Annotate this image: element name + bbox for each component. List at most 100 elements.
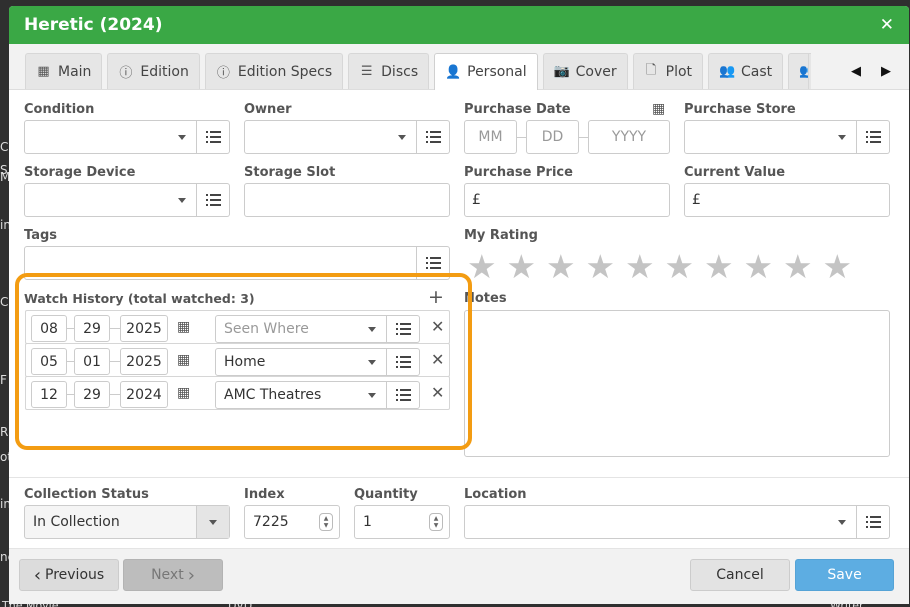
index-input[interactable]: 7225 ▲ ▼ [244, 505, 340, 539]
chevron-down-icon [838, 520, 846, 525]
purchase-store-list-button[interactable] [857, 120, 890, 154]
tab-plot[interactable]: 🗋 Plot [632, 53, 704, 89]
tab-label: Plot [665, 63, 693, 80]
tab-main[interactable]: ▦ Main [25, 53, 103, 89]
owner-select[interactable] [244, 120, 417, 154]
users-icon: 👥 [719, 64, 736, 79]
list-icon [205, 194, 221, 206]
condition-list-button[interactable] [197, 120, 230, 154]
purchase-date-label: Purchase Date [464, 102, 571, 117]
purchase-price-input[interactable]: £ [464, 183, 670, 217]
tab-scroll-right-icon[interactable]: ▶ [881, 64, 891, 79]
purchase-year-input[interactable]: YYYY [588, 120, 670, 154]
dialog-titlebar: Heretic (2024) ✕ [9, 6, 909, 44]
background-text: R [0, 425, 9, 439]
condition-select[interactable] [24, 120, 197, 154]
star-icon[interactable]: ★ [783, 250, 813, 283]
list-icon [205, 131, 221, 143]
tab-label: Edition Specs [237, 63, 333, 80]
purchase-store-label: Purchase Store [684, 102, 796, 117]
list-ordered-icon: ☰ [360, 64, 373, 79]
notes-textarea[interactable] [464, 310, 890, 457]
purchase-price-label: Purchase Price [464, 165, 573, 180]
current-value-label: Current Value [684, 165, 786, 180]
star-icon[interactable]: ★ [467, 250, 497, 283]
watch-history-highlight [15, 273, 472, 450]
background-text: F [0, 373, 7, 387]
chevron-down-icon [178, 198, 186, 203]
tab-label: Personal [467, 64, 527, 80]
stepper-icon[interactable]: ▲ ▼ [429, 513, 443, 531]
file-icon: 🗋 [645, 62, 657, 78]
storage-slot-label: Storage Slot [244, 165, 336, 180]
background-text: C [0, 140, 9, 154]
my-rating-label: My Rating [464, 228, 538, 243]
location-select[interactable] [464, 505, 857, 539]
date-separator [579, 137, 588, 138]
stepper-icon[interactable]: ▲ ▼ [319, 513, 333, 531]
tab-discs[interactable]: ☰ Discs [348, 53, 430, 89]
star-icon[interactable]: ★ [507, 250, 537, 283]
star-icon[interactable]: ★ [625, 250, 655, 283]
star-icon[interactable]: ★ [586, 250, 616, 283]
star-icon[interactable]: ★ [665, 250, 695, 283]
list-icon [425, 131, 441, 143]
collection-status-select[interactable]: In Collection [24, 505, 230, 539]
owner-label: Owner [244, 102, 292, 117]
list-icon [865, 131, 881, 143]
list-icon [425, 257, 441, 269]
dropdown-button[interactable] [196, 506, 229, 538]
storage-device-list-button[interactable] [197, 183, 230, 217]
purchase-store-select[interactable] [684, 120, 857, 154]
chevron-left-icon: ‹ [33, 564, 42, 586]
quantity-input[interactable]: 1 ▲ ▼ [354, 505, 450, 539]
chevron-down-icon [178, 135, 186, 140]
tab-cast[interactable]: 👥 Cast [708, 53, 784, 89]
film-icon: ▦ [37, 64, 50, 79]
star-icon[interactable]: ★ [704, 250, 734, 283]
star-icon[interactable]: ★ [823, 250, 853, 283]
user-icon: 👤 [445, 64, 462, 80]
storage-slot-input[interactable] [244, 183, 450, 217]
tab-scroll-left-icon[interactable]: ◀ [851, 64, 861, 79]
cancel-button[interactable]: Cancel [690, 559, 790, 591]
camera-icon: 📷 [553, 64, 570, 79]
tab-personal[interactable]: 👤 Personal [434, 53, 538, 90]
background-text: C [0, 295, 9, 309]
location-list-button[interactable] [857, 505, 890, 539]
save-button[interactable]: Save [795, 559, 894, 591]
close-icon[interactable]: ✕ [880, 15, 894, 35]
tab-label: Main [58, 63, 92, 80]
next-button[interactable]: Next › [123, 559, 223, 591]
purchase-day-input[interactable]: DD [526, 120, 579, 154]
date-separator [517, 137, 526, 138]
star-icon[interactable]: ★ [744, 250, 774, 283]
storage-device-select[interactable] [24, 183, 197, 217]
condition-label: Condition [24, 102, 95, 117]
quantity-label: Quantity [354, 487, 418, 502]
owner-list-button[interactable] [417, 120, 450, 154]
tab-edition[interactable]: ⓘ Edition [107, 53, 200, 89]
star-icon[interactable]: ★ [546, 250, 576, 283]
tab-label: Cast [741, 63, 773, 80]
tab-label: Cover [575, 63, 617, 80]
calendar-icon[interactable]: ▦ [652, 101, 665, 117]
index-label: Index [244, 487, 285, 502]
info-icon: ⓘ [216, 66, 230, 81]
info-icon: ⓘ [119, 66, 133, 81]
tab-strip: ▦ Main ⓘ Edition ⓘ Edition Specs ☰ Discs 👤 Person… [9, 44, 909, 90]
list-icon [865, 516, 881, 528]
collection-status-label: Collection Status [24, 487, 149, 502]
purchase-month-input[interactable]: MM [464, 120, 517, 154]
tab-cover[interactable]: 📷 Cover [542, 53, 628, 89]
divider [9, 477, 909, 478]
tab-edition-specs[interactable]: ⓘ Edition Specs [204, 53, 344, 89]
current-value-input[interactable]: £ [684, 183, 890, 217]
location-label: Location [464, 487, 527, 502]
chevron-right-icon: › [187, 564, 195, 586]
chevron-down-icon [838, 135, 846, 140]
dialog-title: Heretic (2024) [24, 15, 163, 35]
previous-button[interactable]: ‹ Previous [19, 559, 119, 591]
tab-label: Edition [140, 63, 189, 80]
tab-scroll-controls: ◀ ▶ [811, 53, 909, 89]
